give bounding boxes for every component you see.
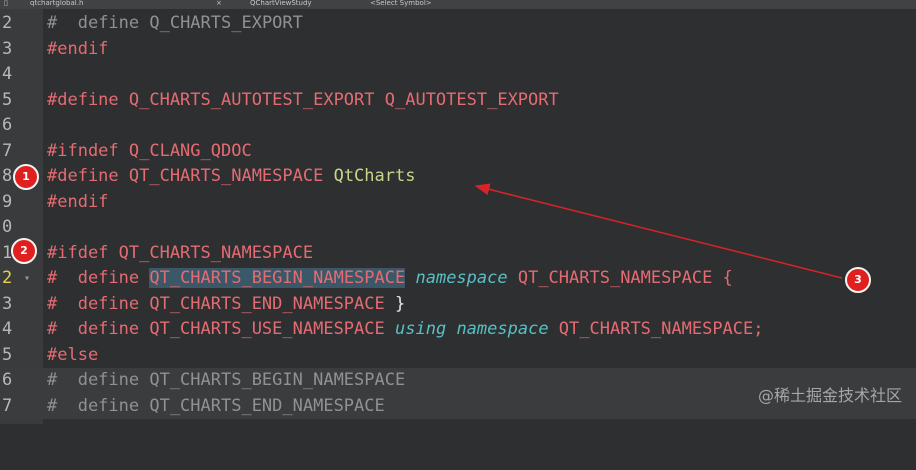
annotation-badge-2: 2: [11, 238, 37, 264]
watermark: @稀土掘金技术社区: [758, 382, 902, 406]
annotation-badge-3: 3: [845, 267, 871, 293]
annotation-arrow: [476, 186, 842, 278]
annotation-overlay: [0, 0, 916, 424]
annotation-badge-1: 1: [13, 164, 39, 190]
